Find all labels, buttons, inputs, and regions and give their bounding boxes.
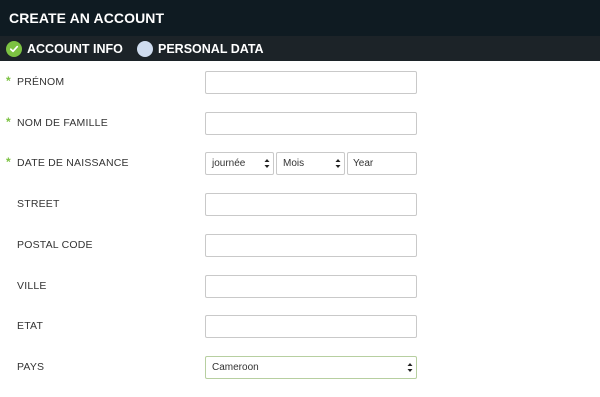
last-name-row: * NOM DE FAMILLE <box>0 112 600 138</box>
city-label: VILLE <box>17 280 47 292</box>
country-row: PAYS Cameroon <box>0 356 600 382</box>
country-select-value: Cameroon <box>212 362 259 373</box>
first-name-row: * PRÉNOM <box>0 71 600 97</box>
first-name-label: PRÉNOM <box>17 76 65 88</box>
progress-steps: ACCOUNT INFO PERSONAL DATA <box>0 36 600 61</box>
required-marker: * <box>6 155 11 169</box>
step-label: ACCOUNT INFO <box>27 41 123 56</box>
postal-code-input[interactable] <box>205 234 417 257</box>
year-input[interactable]: Year <box>347 152 417 175</box>
first-name-input[interactable] <box>205 71 417 94</box>
state-label: ETAT <box>17 320 44 332</box>
birth-date-label: DATE DE NAISSANCE <box>17 157 129 169</box>
select-arrows-icon <box>407 363 413 372</box>
city-input[interactable] <box>205 275 417 298</box>
month-select[interactable]: Mois <box>276 152 345 175</box>
day-select[interactable]: journée <box>205 152 274 175</box>
required-marker: * <box>6 74 11 88</box>
circle-icon <box>137 40 153 57</box>
postal-code-row: POSTAL CODE <box>0 234 600 260</box>
select-arrows-icon <box>335 159 341 168</box>
select-arrows-icon <box>264 159 270 168</box>
day-select-value: journée <box>212 158 246 169</box>
city-row: VILLE <box>0 275 600 301</box>
step-account-info[interactable]: ACCOUNT INFO <box>6 36 123 61</box>
last-name-label: NOM DE FAMILLE <box>17 117 108 129</box>
state-row: ETAT <box>0 315 600 341</box>
check-circle-icon <box>6 40 22 57</box>
page-title: CREATE AN ACCOUNT <box>0 0 600 36</box>
state-input[interactable] <box>205 315 417 338</box>
step-label: PERSONAL DATA <box>158 41 264 56</box>
last-name-input[interactable] <box>205 112 417 135</box>
country-select[interactable]: Cameroon <box>205 356 417 379</box>
postal-code-label: POSTAL CODE <box>17 239 93 251</box>
country-label: PAYS <box>17 361 45 373</box>
street-input[interactable] <box>205 193 417 216</box>
step-personal-data[interactable]: PERSONAL DATA <box>137 36 264 61</box>
street-row: STREET <box>0 193 600 219</box>
required-marker: * <box>6 115 11 129</box>
street-label: STREET <box>17 198 60 210</box>
birth-date-row: * DATE DE NAISSANCE journée Mois Year <box>0 152 600 178</box>
month-select-value: Mois <box>283 158 305 169</box>
